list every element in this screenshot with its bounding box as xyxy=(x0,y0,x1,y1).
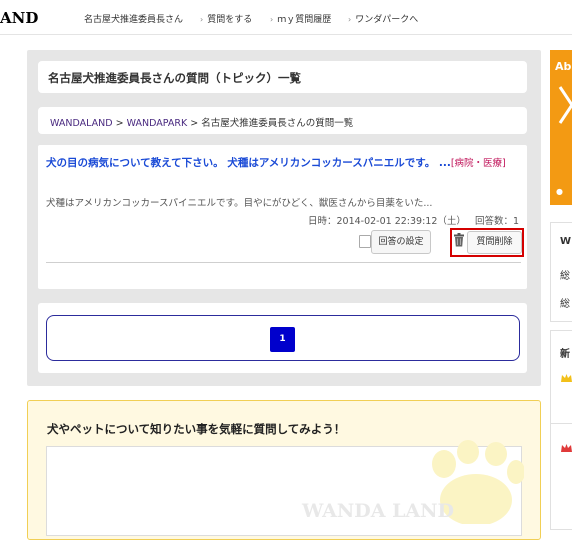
question-category[interactable]: [病院・医療] xyxy=(451,158,506,169)
breadcrumb-separator: > xyxy=(115,118,124,129)
breadcrumb-wandaland[interactable]: WANDALAND xyxy=(50,118,113,129)
breadcrumb: WANDALAND > WANDAPARK > 名古屋犬推進委員長さんの質問一覧 xyxy=(38,107,527,134)
top-nav-bar: AND 名古屋犬推進委員長さん › 質問をする › ｍｙ質問履歴 › ワンダパークへ xyxy=(0,0,572,35)
question-title-text[interactable]: 犬の目の病気について教えて下さい。 犬種はアメリカンコッカースパニエルです。 .… xyxy=(46,157,451,169)
paw-icon: ● xyxy=(556,187,563,196)
question-meta: 日時：2014-02-01 22:39:12（土） 回答数：1 xyxy=(308,213,519,227)
breadcrumb-wandapark[interactable]: WANDAPARK xyxy=(127,118,188,129)
sidebar-stats-title: W xyxy=(560,236,572,247)
sidebar-new-box: 新 xyxy=(550,330,572,530)
nav-my-history[interactable]: › ｍｙ質問履歴 xyxy=(270,12,331,25)
crown-icon xyxy=(561,444,572,452)
crown-icon xyxy=(561,374,572,382)
pagination-container: 1 xyxy=(38,303,527,373)
question-answer-count: 回答数：1 xyxy=(474,216,519,227)
page-title-box: 名古屋犬推進委員長さんの質問（トピック）一覧 xyxy=(38,61,527,93)
delete-question-button[interactable]: 質問削除 xyxy=(467,231,522,254)
sidebar-banner-text: Ab xyxy=(555,60,572,73)
ask-question-prompt: 犬やペットについて知りたい事を気軽に質問してみよう！ xyxy=(47,422,346,436)
question-datetime: 日時：2014-02-01 22:39:12（土） xyxy=(307,216,466,227)
nav-my-history-label: ｍｙ質問履歴 xyxy=(277,15,332,25)
answer-settings-button[interactable]: 回答の設定 xyxy=(371,230,431,254)
nav-username[interactable]: 名古屋犬推進委員長さん xyxy=(84,12,183,25)
sidebar-banner[interactable]: Ab ● xyxy=(550,50,572,205)
nav-wandapark-label: ワンダパークへ xyxy=(355,15,419,25)
sidebar-stats-box: W 総 総 xyxy=(550,222,572,322)
divider xyxy=(46,262,521,263)
site-logo[interactable]: AND xyxy=(0,9,38,27)
sidebar-new-title: 新 xyxy=(560,349,570,360)
nav-ask-question[interactable]: › 質問をする xyxy=(200,12,252,25)
sidebar-stats-row-2: 総 xyxy=(560,299,570,310)
breadcrumb-separator: > xyxy=(190,118,199,129)
sidebar-stats-row-1: 総 xyxy=(560,271,570,282)
arrow-icon xyxy=(558,86,572,124)
breadcrumb-current: 名古屋犬推進委員長さんの質問一覧 xyxy=(201,118,354,129)
chevron-right-icon: › xyxy=(348,15,352,24)
trash-icon[interactable] xyxy=(453,233,465,247)
question-title[interactable]: 犬の目の病気について教えて下さい。 犬種はアメリカンコッカースパニエルです。 .… xyxy=(46,154,521,173)
question-card: 犬の目の病気について教えて下さい。 犬種はアメリカンコッカースパニエルです。 .… xyxy=(38,145,527,289)
answer-settings-checkbox[interactable] xyxy=(359,235,371,248)
page-title: 名古屋犬推進委員長さんの質問（トピック）一覧 xyxy=(48,71,301,85)
nav-ask-question-label: 質問をする xyxy=(207,15,253,25)
chevron-right-icon: › xyxy=(270,15,274,24)
chevron-right-icon: › xyxy=(200,15,204,24)
wandaland-watermark: WANDA LAND xyxy=(302,500,455,522)
page-button-current[interactable]: 1 xyxy=(270,327,295,352)
divider xyxy=(551,423,572,424)
nav-wandapark[interactable]: › ワンダパークへ xyxy=(348,12,418,25)
question-excerpt: 犬種はアメリカンコッカースパイニエルです。目やにがひどく、獣医さんから目薬をいた… xyxy=(46,198,433,209)
